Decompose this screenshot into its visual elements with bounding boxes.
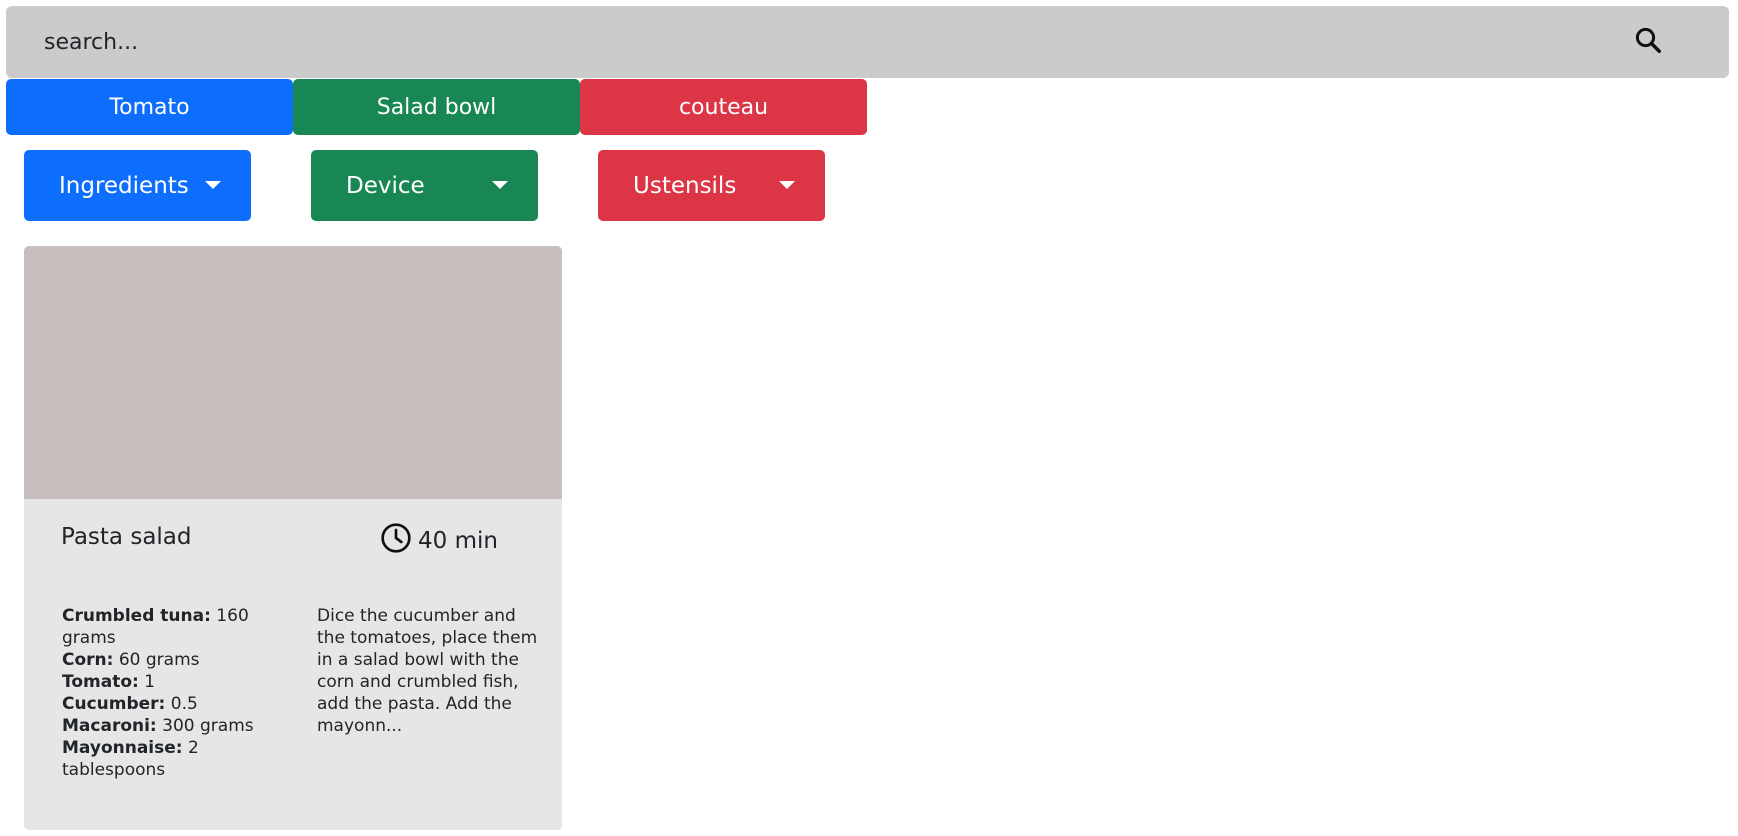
recipe-card[interactable]: Pasta salad 40 min Crumbled tuna: 160 gr… [24, 246, 562, 830]
recipe-image [24, 246, 562, 499]
list-item: Corn: 60 grams [62, 650, 200, 670]
chevron-down-icon [779, 181, 795, 189]
list-item: Crumbled tuna: 160 grams [62, 606, 249, 648]
list-item: Macaroni: 300 grams [62, 716, 254, 736]
recipe-time: 40 min [380, 522, 498, 560]
search-icon [1633, 25, 1663, 59]
clock-icon [380, 522, 412, 560]
search-bar [6, 6, 1729, 78]
device-dropdown-label: Device [346, 172, 425, 199]
tag-salad-bowl[interactable]: Salad bowl [293, 79, 580, 135]
ingredients-dropdown-label: Ingredients [59, 172, 189, 199]
ingredient-list: Crumbled tuna: 160 grams Corn: 60 grams … [62, 605, 272, 781]
ustensils-dropdown[interactable]: Ustensils [598, 150, 825, 221]
tag-couteau[interactable]: couteau [580, 79, 867, 135]
list-item: Cucumber: 0.5 [62, 694, 198, 714]
selected-tags: Tomato Salad bowl couteau [6, 79, 867, 135]
search-input[interactable] [30, 20, 1570, 64]
recipe-time-label: 40 min [418, 528, 498, 554]
recipe-title: Pasta salad [61, 524, 192, 550]
device-dropdown[interactable]: Device [311, 150, 538, 221]
ustensils-dropdown-label: Ustensils [633, 172, 737, 199]
tag-tomato[interactable]: Tomato [6, 79, 293, 135]
list-item: Mayonnaise: 2 tablespoons [62, 738, 199, 780]
chevron-down-icon [205, 181, 221, 189]
recipe-description: Dice the cucumber and the tomatoes, plac… [317, 606, 538, 736]
search-button[interactable] [1620, 24, 1676, 60]
chevron-down-icon [492, 181, 508, 189]
ingredients-dropdown[interactable]: Ingredients [24, 150, 251, 221]
list-item: Tomato: 1 [62, 672, 156, 692]
